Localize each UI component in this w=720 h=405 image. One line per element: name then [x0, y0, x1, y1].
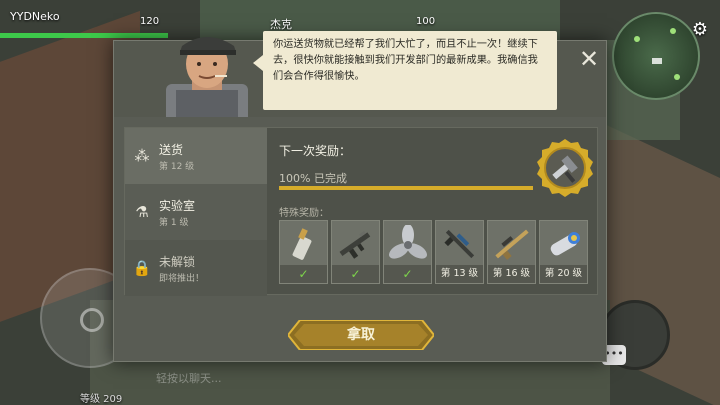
map-dot-icon: [674, 74, 680, 80]
tab-locked-sub: 即将推出！: [159, 273, 205, 284]
joystick-knob[interactable]: [80, 308, 104, 332]
close-button[interactable]: ✕: [576, 46, 602, 72]
reward-level-requirement: 第 20 级: [540, 265, 587, 283]
progress-bar: [279, 186, 533, 190]
flask-icon: ⚗: [135, 203, 149, 221]
tab-locked-label: 未解锁: [159, 254, 196, 269]
player-marker-icon: [652, 58, 662, 64]
ammo-cartridge-icon: [284, 225, 324, 263]
unlocked-check-icon: ✓: [298, 267, 309, 281]
claim-button[interactable]: 拿取: [286, 319, 436, 351]
reward-item[interactable]: ✓: [383, 220, 432, 284]
partner-name: 杰克: [270, 18, 292, 31]
reward-item[interactable]: 第 20 级: [539, 220, 588, 284]
special-reward-label: 特殊奖励：: [279, 208, 329, 219]
tab-locked[interactable]: 🔒 未解锁 即将推出！: [125, 240, 267, 296]
next-reward-title: 下一次奖励：: [279, 144, 352, 158]
progress-text: 100% 已完成: [279, 172, 347, 185]
reward-badge-icon[interactable]: [535, 138, 595, 198]
tab-laboratory-level: 第 1 级: [159, 217, 189, 228]
gear-icon[interactable]: ⚙: [690, 20, 710, 40]
tab-delivery-level: 第 12 级: [159, 161, 195, 172]
claim-button-label: 拿取: [347, 327, 375, 343]
reward-item[interactable]: 第 16 级: [487, 220, 536, 284]
unlocked-check-icon: ✓: [402, 267, 413, 281]
reward-details: 下一次奖励： 100% 已完成 特殊奖励： ✓ ✓ ✓ 第 13 级 第 16 …: [279, 138, 593, 288]
reward-item[interactable]: ✓: [279, 220, 328, 284]
padlock-icon: 🔒: [132, 259, 152, 277]
player-hp-bar: [0, 33, 168, 38]
map-dot-icon: [670, 28, 676, 34]
minimap[interactable]: [612, 12, 700, 100]
player-name: YYDNeko: [10, 10, 60, 23]
chat-input[interactable]: 轻按以聊天...: [156, 370, 222, 386]
unlocked-check-icon: ✓: [350, 267, 361, 281]
sniper-rifle-icon: [492, 225, 532, 263]
scoped-rifle-icon: [440, 225, 480, 263]
partner-hp-value: 100: [416, 16, 436, 27]
reward-item[interactable]: ✓: [331, 220, 380, 284]
assault-rifle-icon: [336, 225, 376, 263]
reward-level-requirement: 第 13 级: [436, 265, 483, 283]
progress-fill: [279, 186, 533, 190]
special-rewards-row: ✓ ✓ ✓ 第 13 级 第 16 级 第 20 级: [279, 220, 589, 284]
npc-portrait: [152, 24, 262, 117]
propeller-icon: [388, 224, 428, 263]
map-dot-icon: [634, 36, 640, 42]
gift-boxes-icon: ⁂: [134, 147, 150, 165]
tab-laboratory-label: 实验室: [159, 198, 196, 213]
level-indicator: 等级 209: [80, 394, 123, 405]
tab-delivery-label: 送货: [159, 142, 184, 157]
tab-laboratory[interactable]: ⚗ 实验室 第 1 级: [125, 184, 267, 240]
rewards-panel: ⁂ 送货 第 12 级 ⚗ 实验室 第 1 级 🔒 未解锁 即将推出！ 下一次奖…: [124, 127, 598, 296]
reward-item[interactable]: 第 13 级: [435, 220, 484, 284]
reward-level-requirement: 第 16 级: [488, 265, 535, 283]
tab-delivery[interactable]: ⁂ 送货 第 12 级: [125, 128, 267, 184]
delivery-rewards-dialog: 你运送货物就已经帮了我们大忙了，而且不止一次！继续下去，很快你就能接触到我们开发…: [113, 31, 607, 362]
dyed-tube-icon: [544, 225, 584, 263]
npc-speech-bubble: 你运送货物就已经帮了我们大忙了，而且不止一次！继续下去，很快你就能接触到我们开发…: [253, 31, 557, 110]
